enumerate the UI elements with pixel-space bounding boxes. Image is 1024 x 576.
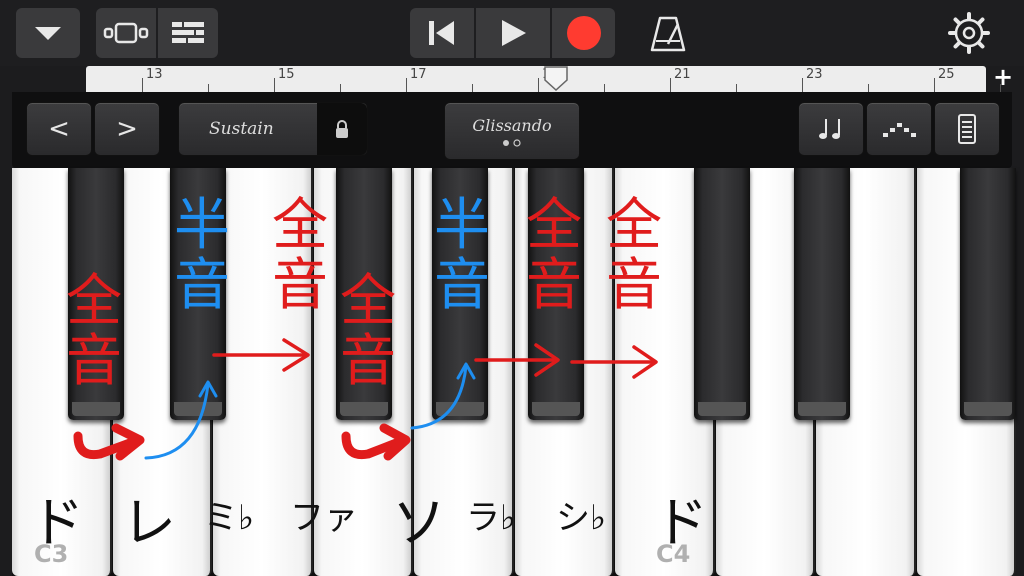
ruler-tick <box>340 84 341 92</box>
ruler-bar-number: 23 <box>806 67 823 82</box>
skip-back-icon <box>429 21 454 45</box>
tracks-view-button[interactable] <box>96 8 156 58</box>
ruler-tick <box>802 78 803 92</box>
sustain-label: Sustain <box>209 119 274 139</box>
glissando-button[interactable]: Glissando <box>444 102 580 160</box>
black-key[interactable] <box>694 168 750 420</box>
ruler-tick <box>670 78 671 92</box>
timeline-ruler[interactable]: 13151719212325 <box>86 66 1001 92</box>
page-dots-indicator <box>503 138 521 147</box>
gear-icon <box>948 12 990 54</box>
note-name-label: ラ♭ <box>466 498 517 538</box>
ruler-tick <box>604 84 605 92</box>
play-icon <box>502 20 526 46</box>
octave-label: C3 <box>34 540 69 568</box>
mixer-view-button[interactable] <box>158 8 218 58</box>
ruler-tick <box>142 78 143 92</box>
keyboard-size-icon <box>958 114 976 144</box>
sustain-lock[interactable] <box>317 103 367 155</box>
play-button[interactable] <box>476 8 550 58</box>
black-key[interactable] <box>960 168 1016 420</box>
note-name-label: シ♭ <box>556 498 607 538</box>
scale-button[interactable] <box>866 102 932 156</box>
note-pair-icon <box>819 119 840 139</box>
settings-button[interactable] <box>948 12 990 54</box>
arpeggiator-button[interactable] <box>798 102 864 156</box>
half-step-label: 半音 <box>174 193 230 318</box>
list-view-icon <box>172 22 204 43</box>
tracks-view-icon <box>103 22 149 44</box>
ruler-tick <box>406 78 407 92</box>
octave-up-button[interactable]: > <box>94 102 160 156</box>
ruler-tick <box>736 84 737 92</box>
ruler-tick <box>472 84 473 92</box>
ruler-tick <box>274 78 275 92</box>
keyboard-size-button[interactable] <box>934 102 1000 156</box>
ruler-tick <box>868 84 869 92</box>
record-icon <box>566 16 601 50</box>
ruler-bar-number: 25 <box>938 67 955 82</box>
chevron-down-icon <box>35 27 61 40</box>
lock-icon <box>336 120 348 138</box>
black-key[interactable] <box>794 168 850 420</box>
keyboard-control-strip: < > Sustain Glissando <box>12 92 1012 168</box>
glissando-label: Glissando <box>472 115 552 135</box>
ruler-tick <box>934 78 935 92</box>
note-name-label: レ <box>122 491 176 554</box>
add-section-button[interactable]: + <box>990 64 1016 90</box>
whole-step-label: 全音 <box>272 193 328 318</box>
scale-dots-icon <box>883 123 916 137</box>
metronome-button[interactable] <box>648 14 688 54</box>
ruler-bar-number: 21 <box>674 67 691 82</box>
chevron-right-icon: > <box>116 114 138 144</box>
ruler-tick <box>208 84 209 92</box>
ruler-bar-number: 17 <box>410 67 427 82</box>
ruler-bar-number: 13 <box>146 67 163 82</box>
metronome-icon <box>650 16 686 52</box>
ruler-bar-number: 15 <box>278 67 295 82</box>
menu-button[interactable] <box>16 8 80 58</box>
octave-label: C4 <box>656 540 691 568</box>
sustain-button[interactable]: Sustain <box>178 102 368 156</box>
whole-step-label: 全音 <box>526 193 582 318</box>
view-toggle-group <box>96 8 218 58</box>
note-name-label: ミ♭ <box>204 498 255 538</box>
whole-step-label: 全音 <box>606 193 662 318</box>
rewind-button[interactable] <box>410 8 474 58</box>
half-step-label: 半音 <box>434 193 490 318</box>
transport-controls <box>410 8 615 58</box>
chevron-left-icon: < <box>48 114 70 144</box>
octave-down-button[interactable]: < <box>26 102 92 156</box>
note-name-label: ファ <box>290 498 358 538</box>
whole-step-label: 全音 <box>340 269 396 394</box>
record-button[interactable] <box>552 8 615 58</box>
ruler-tick <box>538 78 539 92</box>
whole-step-label: 全音 <box>66 269 122 394</box>
playhead[interactable] <box>544 66 568 92</box>
top-toolbar <box>0 0 1024 66</box>
note-name-label: ソ <box>392 491 446 554</box>
